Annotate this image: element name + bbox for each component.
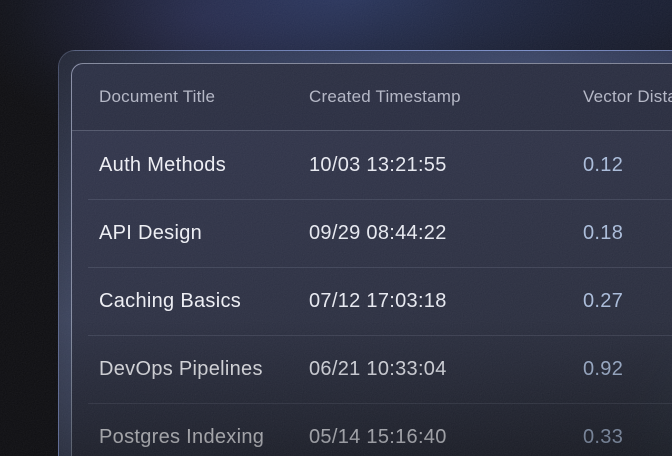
- document-title-cell: API Design: [99, 222, 309, 245]
- column-header-created-timestamp: Created Timestamp: [309, 87, 583, 107]
- vector-distance-cell: 0.33: [583, 426, 672, 449]
- document-title-cell: Postgres Indexing: [99, 426, 309, 449]
- column-header-document-title: Document Title: [99, 87, 309, 107]
- page-background: Document Title Created Timestamp Vector …: [0, 0, 672, 456]
- screen-bezel: Document Title Created Timestamp Vector …: [58, 50, 672, 456]
- table-row[interactable]: API Design 09/29 08:44:22 0.18: [72, 199, 672, 267]
- table-row[interactable]: DevOps Pipelines 06/21 10:33:04 0.92: [72, 335, 672, 403]
- table-row[interactable]: Caching Basics 07/12 17:03:18 0.27: [72, 267, 672, 335]
- created-timestamp-cell: 09/29 08:44:22: [309, 222, 583, 245]
- document-title-cell: Caching Basics: [99, 290, 309, 313]
- vector-distance-cell: 0.18: [583, 222, 672, 245]
- documents-table-card: Document Title Created Timestamp Vector …: [71, 63, 672, 456]
- table-row[interactable]: Auth Methods 10/03 13:21:55 0.12: [72, 131, 672, 199]
- vector-distance-cell: 0.12: [583, 154, 672, 177]
- created-timestamp-cell: 06/21 10:33:04: [309, 358, 583, 381]
- document-title-cell: Auth Methods: [99, 154, 309, 177]
- created-timestamp-cell: 10/03 13:21:55: [309, 154, 583, 177]
- created-timestamp-cell: 07/12 17:03:18: [309, 290, 583, 313]
- table-header-row: Document Title Created Timestamp Vector …: [72, 64, 672, 131]
- table-row[interactable]: Postgres Indexing 05/14 15:16:40 0.33: [72, 403, 672, 456]
- vector-distance-cell: 0.92: [583, 358, 672, 381]
- created-timestamp-cell: 05/14 15:16:40: [309, 426, 583, 449]
- document-title-cell: DevOps Pipelines: [99, 358, 309, 381]
- column-header-vector-distance: Vector Distance: [583, 87, 672, 107]
- vector-distance-cell: 0.27: [583, 290, 672, 313]
